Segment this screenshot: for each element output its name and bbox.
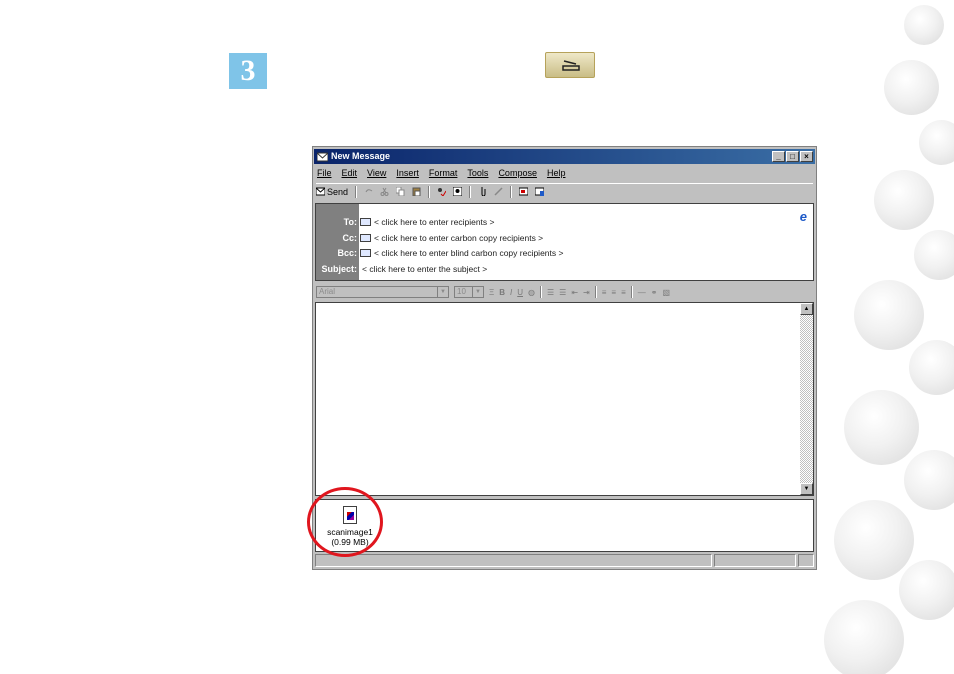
title-bar[interactable]: New Message _ □ × — [314, 149, 815, 164]
menu-insert[interactable]: Insert — [396, 167, 419, 180]
to-label: To: — [343, 217, 357, 227]
style-icon[interactable]: Ξ — [489, 288, 494, 297]
scanner-icon — [562, 60, 580, 71]
minimize-button[interactable]: _ — [772, 151, 785, 162]
align-left-icon[interactable]: ≡ — [602, 288, 607, 297]
menu-help[interactable]: Help — [547, 167, 566, 180]
scan-to-email-button[interactable] — [545, 52, 595, 78]
menu-edit[interactable]: Edit — [342, 167, 358, 180]
send-icon — [316, 187, 325, 196]
bold-icon[interactable]: B — [499, 288, 505, 297]
send-label: Send — [327, 186, 349, 197]
font-size-select[interactable]: 10 ▼ — [454, 286, 484, 298]
toolbar-separator — [428, 185, 431, 198]
toolbar-separator — [355, 185, 358, 198]
paste-icon[interactable] — [412, 187, 421, 196]
resize-grip[interactable] — [798, 554, 814, 567]
status-bar — [315, 554, 814, 567]
highlight-circle — [307, 487, 383, 557]
decorative-bubbles — [814, 0, 954, 674]
bcc-address-book-icon[interactable] — [360, 249, 371, 257]
underline-icon[interactable]: U — [517, 288, 523, 297]
font-color-icon[interactable]: ◍ — [528, 288, 535, 297]
italic-icon[interactable]: I — [510, 288, 512, 297]
envelope-icon — [317, 152, 328, 162]
bcc-row: Bcc: < click here to enter blind carbon … — [316, 246, 796, 260]
numbered-list-icon[interactable]: ☰ — [547, 288, 554, 297]
cc-label: Cc: — [342, 233, 357, 243]
menu-tools[interactable]: Tools — [467, 167, 488, 180]
status-pane-secondary — [714, 554, 796, 567]
subject-label: Subject: — [321, 264, 357, 274]
step-number-badge: 3 — [229, 53, 267, 89]
cut-icon[interactable] — [380, 187, 389, 196]
menu-format[interactable]: Format — [429, 167, 458, 180]
undo-icon[interactable] — [364, 187, 373, 196]
horizontal-line-icon[interactable]: — — [638, 288, 646, 297]
to-field[interactable]: < click here to enter recipients > — [374, 215, 494, 229]
send-button[interactable]: Send — [316, 187, 348, 197]
to-row: To: < click here to enter recipients > — [316, 215, 796, 229]
internet-explorer-icon: e — [799, 209, 807, 224]
toolbar-separator — [469, 185, 472, 198]
scroll-down-arrow-icon[interactable]: ▼ — [800, 483, 813, 495]
font-select-value: Arial — [319, 287, 336, 296]
insert-picture-icon[interactable]: ▧ — [662, 288, 670, 297]
align-right-icon[interactable]: ≡ — [621, 288, 626, 297]
scroll-up-arrow-icon[interactable]: ▲ — [800, 303, 813, 315]
increase-indent-icon[interactable]: ⇥ — [583, 288, 590, 297]
chevron-down-icon: ▼ — [472, 287, 483, 297]
vertical-scrollbar[interactable]: ▲ ▼ — [800, 303, 813, 495]
subject-row: Subject: < click here to enter the subje… — [316, 262, 796, 276]
menu-file[interactable]: File — [317, 167, 332, 180]
maximize-button[interactable]: □ — [786, 151, 799, 162]
main-toolbar: Send — [316, 183, 813, 199]
bcc-label: Bcc: — [337, 248, 357, 258]
window-title: New Message — [331, 151, 391, 161]
subject-field[interactable]: < click here to enter the subject > — [362, 262, 487, 276]
menu-view[interactable]: View — [367, 167, 386, 180]
menu-compose[interactable]: Compose — [498, 167, 537, 180]
bulleted-list-icon[interactable]: ☰ — [559, 288, 566, 297]
chevron-down-icon: ▼ — [437, 287, 448, 297]
toolbar-separator — [594, 286, 597, 298]
toolbar-separator — [539, 286, 542, 298]
copy-icon[interactable] — [396, 187, 405, 196]
message-header: e To: < click here to enter recipients >… — [315, 203, 814, 281]
cc-address-book-icon[interactable] — [360, 234, 371, 242]
cc-row: Cc: < click here to enter carbon copy re… — [316, 231, 796, 245]
insert-hyperlink-icon[interactable]: ⚭ — [651, 288, 658, 297]
message-body[interactable]: ▲ ▼ — [315, 302, 814, 496]
toolbar-separator — [510, 185, 513, 198]
check-names-icon[interactable] — [437, 187, 447, 196]
decrease-indent-icon[interactable]: ⇤ — [571, 288, 578, 297]
align-center-icon[interactable]: ≡ — [611, 288, 616, 297]
signature-icon[interactable] — [494, 187, 503, 196]
menu-bar: File Edit View Insert Format Tools Compo… — [317, 167, 565, 180]
attach-icon[interactable] — [478, 187, 487, 196]
font-size-value: 10 — [457, 287, 466, 296]
formatting-toolbar: Arial ▼ 10 ▼ Ξ B I U ◍ ☰ ☰ ⇤ ⇥ ≡ ≡ ≡ — ⚭… — [316, 284, 813, 300]
new-message-window: New Message _ □ × File Edit View Insert … — [312, 146, 817, 570]
font-select[interactable]: Arial ▼ — [316, 286, 449, 298]
bcc-field[interactable]: < click here to enter blind carbon copy … — [374, 246, 563, 260]
sign-message-icon[interactable] — [519, 187, 529, 196]
attachment-pane: scanimage1 (0.99 MB) — [315, 499, 814, 552]
address-book-icon[interactable] — [453, 187, 463, 196]
encrypt-message-icon[interactable] — [535, 187, 545, 196]
close-button[interactable]: × — [800, 151, 813, 162]
to-address-book-icon[interactable] — [360, 218, 371, 226]
status-pane-main — [315, 554, 712, 567]
cc-field[interactable]: < click here to enter carbon copy recipi… — [374, 231, 543, 245]
toolbar-separator — [630, 286, 633, 298]
